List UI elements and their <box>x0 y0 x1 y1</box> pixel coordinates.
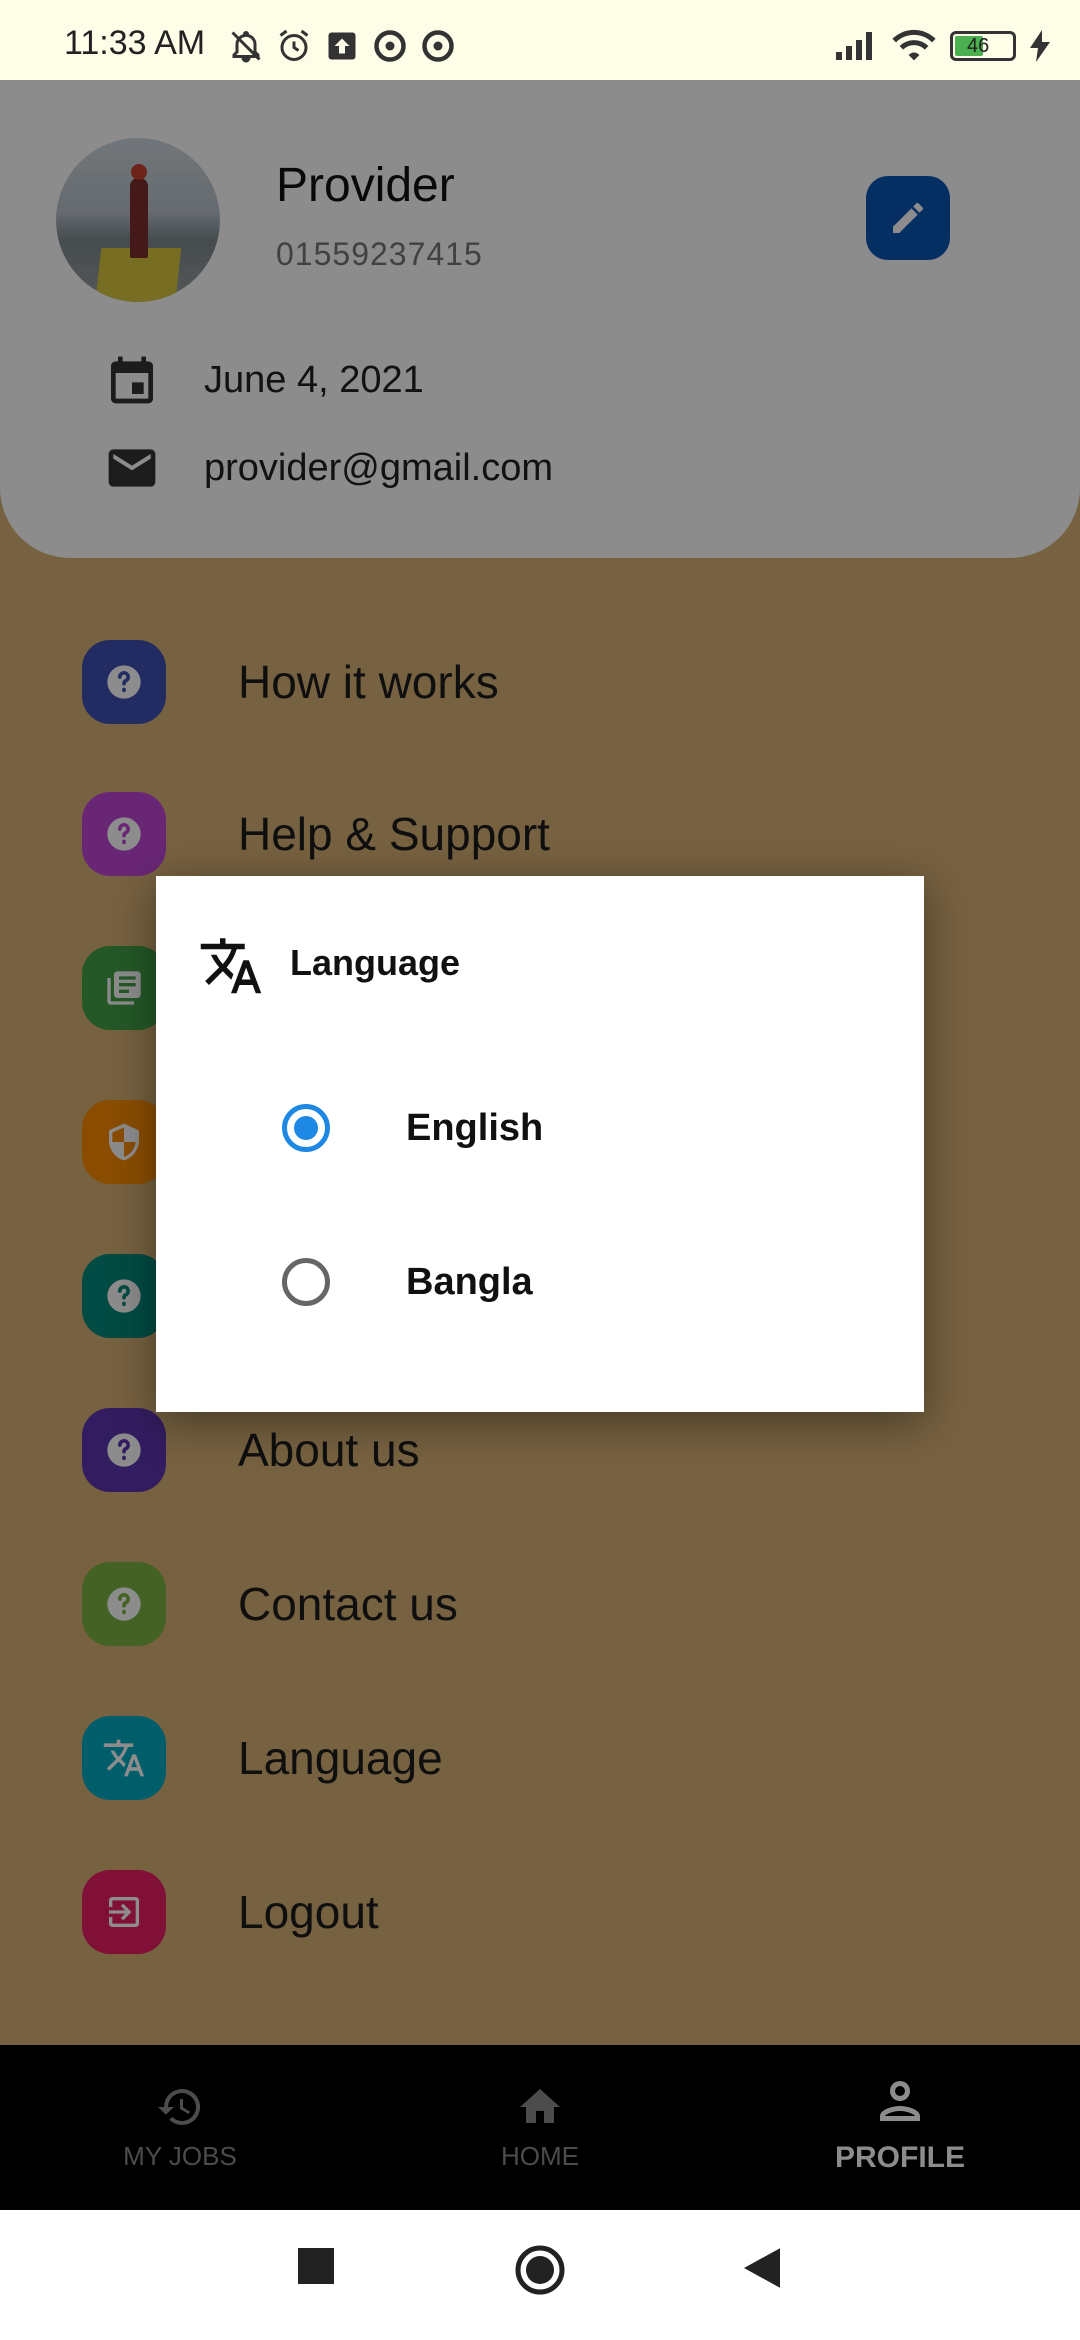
alarm-icon <box>279 29 309 61</box>
radio-selected[interactable] <box>282 1104 330 1152</box>
system-navigation-bar <box>0 2210 1080 2340</box>
back-icon[interactable] <box>744 2248 780 2288</box>
status-time: 11:33 AM <box>64 24 206 62</box>
upload-icon <box>328 32 356 60</box>
language-option-bangla[interactable]: Bangla <box>282 1258 533 1306</box>
translate-icon <box>200 938 262 994</box>
mute-icon <box>231 31 261 63</box>
radio-unselected[interactable] <box>282 1258 330 1306</box>
charging-icon <box>1030 30 1050 62</box>
status-icons-right: 46 <box>834 28 1050 64</box>
wifi-icon <box>892 29 936 61</box>
dialog-title: Language <box>290 942 461 983</box>
status-icons-left <box>228 28 456 64</box>
recents-icon[interactable] <box>298 2248 334 2284</box>
signal-icon <box>836 32 872 60</box>
status-bar: 11:33 AM 46 <box>0 0 1080 80</box>
option-label: Bangla <box>406 1260 533 1303</box>
home-circle-icon[interactable] <box>514 2244 566 2296</box>
language-option-english[interactable]: English <box>282 1104 543 1152</box>
at-sign-icon <box>374 30 406 62</box>
option-label: English <box>406 1106 544 1149</box>
language-dialog: Language English Bangla <box>156 876 924 1412</box>
battery-icon: 46 <box>950 31 1016 61</box>
at-sign-icon <box>422 30 454 62</box>
battery-level: 46 <box>967 35 990 57</box>
